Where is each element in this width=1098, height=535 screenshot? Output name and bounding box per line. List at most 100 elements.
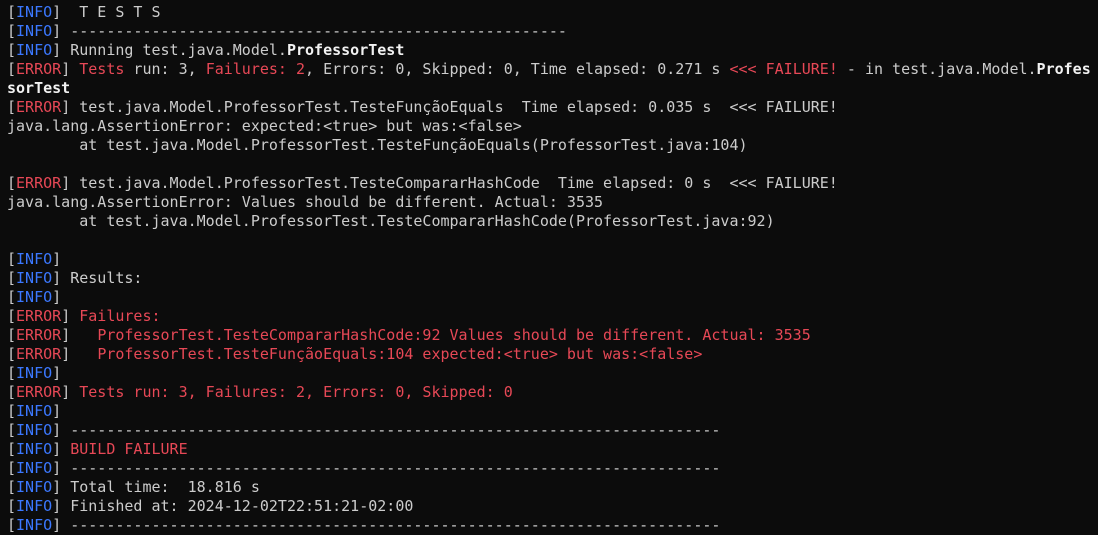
info-tag: INFO <box>16 288 52 306</box>
output-text: [ <box>7 459 16 477</box>
error-text: ERROR <box>16 345 61 363</box>
output-text: - in test.java.Model. <box>838 60 1037 78</box>
output-text: ] test.java.Model.ProfessorTest.TesteCom… <box>61 174 838 192</box>
error-text: ERROR <box>16 174 61 192</box>
output-text: , Errors: 0, Skipped: 0, Time elapsed: 0… <box>305 60 729 78</box>
terminal-line: java.lang.AssertionError: expected:<true… <box>7 117 1098 136</box>
error-text: Failures: <box>79 307 160 325</box>
error-text: ERROR <box>16 383 61 401</box>
output-text: ] T E S T S <box>52 3 160 21</box>
info-tag: INFO <box>16 250 52 268</box>
output-text: java.lang.AssertionError: Values should … <box>7 193 603 211</box>
output-text: [ <box>7 3 16 21</box>
terminal-line: at test.java.Model.ProfessorTest.TesteCo… <box>7 212 1098 231</box>
output-text: ] --------------------------------------… <box>52 22 567 40</box>
output-text: [ <box>7 41 16 59</box>
terminal-line: [INFO] ---------------------------------… <box>7 22 1098 41</box>
terminal-line: [ERROR] test.java.Model.ProfessorTest.Te… <box>7 98 1098 117</box>
terminal-line: [INFO] ---------------------------------… <box>7 421 1098 440</box>
terminal-line: [INFO] BUILD FAILURE <box>7 440 1098 459</box>
output-text: ] <box>52 364 61 382</box>
output-text: ] Running test.java.Model. <box>52 41 287 59</box>
terminal-line: [ERROR] Tests run: 3, Failures: 2, Error… <box>7 60 1098 79</box>
output-text: Profes <box>1037 60 1091 78</box>
output-text: ] <box>52 250 61 268</box>
terminal-line: [ERROR] Failures: <box>7 307 1098 326</box>
output-text: [ <box>7 326 16 344</box>
output-text: ] Results: <box>52 269 142 287</box>
error-text: BUILD FAILURE <box>70 440 187 458</box>
output-text: ] <box>52 402 61 420</box>
info-tag: INFO <box>16 41 52 59</box>
error-text: <<< FAILURE! <box>729 60 837 78</box>
output-text: [ <box>7 478 16 496</box>
info-tag: INFO <box>16 516 52 534</box>
info-tag: INFO <box>16 440 52 458</box>
terminal-line: [INFO] Results: <box>7 269 1098 288</box>
output-text: java.lang.AssertionError: expected:<true… <box>7 117 522 135</box>
error-text: ERROR <box>16 60 61 78</box>
output-text: ] --------------------------------------… <box>52 459 720 477</box>
terminal-line: at test.java.Model.ProfessorTest.TesteFu… <box>7 136 1098 155</box>
output-text: [ <box>7 421 16 439</box>
terminal-line: [INFO] Finished at: 2024-12-02T22:51:21-… <box>7 497 1098 516</box>
output-text: ] Finished at: 2024-12-02T22:51:21-02:00 <box>52 497 413 515</box>
terminal-line <box>7 155 1098 174</box>
output-text: [ <box>7 364 16 382</box>
output-text: at test.java.Model.ProfessorTest.TesteFu… <box>7 136 748 154</box>
output-text: ] <box>61 345 97 363</box>
terminal-line: [INFO] Total time: 18.816 s <box>7 478 1098 497</box>
terminal-line: [ERROR] ProfessorTest.TesteCompararHashC… <box>7 326 1098 345</box>
error-text: Failures: 2 <box>206 60 305 78</box>
output-text: [ <box>7 60 16 78</box>
output-text: [ <box>7 288 16 306</box>
error-text: Tests <box>79 60 124 78</box>
output-text: [ <box>7 497 16 515</box>
terminal-line: [ERROR] test.java.Model.ProfessorTest.Te… <box>7 174 1098 193</box>
output-text: [ <box>7 174 16 192</box>
output-text: ] test.java.Model.ProfessorTest.TesteFun… <box>61 98 838 116</box>
info-tag: INFO <box>16 364 52 382</box>
output-text: ] <box>61 383 79 401</box>
error-text: Tests run: 3, Failures: 2, Errors: 0, Sk… <box>79 383 512 401</box>
output-text: [ <box>7 383 16 401</box>
output-text: [ <box>7 98 16 116</box>
output-text: [ <box>7 307 16 325</box>
output-text: [ <box>7 440 16 458</box>
terminal-line: [INFO] <box>7 402 1098 421</box>
output-text: ] --------------------------------------… <box>52 421 720 439</box>
info-tag: INFO <box>16 497 52 515</box>
info-tag: INFO <box>16 269 52 287</box>
output-text: [ <box>7 402 16 420</box>
output-text: [ <box>7 269 16 287</box>
output-text: ] Total time: 18.816 s <box>52 478 260 496</box>
terminal-line: [INFO] <box>7 250 1098 269</box>
output-text: [ <box>7 516 16 534</box>
output-text: ] <box>61 307 79 325</box>
output-text: [ <box>7 22 16 40</box>
info-tag: INFO <box>16 421 52 439</box>
error-text: ERROR <box>16 98 61 116</box>
info-tag: INFO <box>16 3 52 21</box>
output-text: run: 3, <box>124 60 205 78</box>
terminal-line: [INFO] T E S T S <box>7 3 1098 22</box>
info-tag: INFO <box>16 402 52 420</box>
output-text: [ <box>7 250 16 268</box>
terminal-line: [INFO] ---------------------------------… <box>7 516 1098 535</box>
terminal-line: [INFO] ---------------------------------… <box>7 459 1098 478</box>
terminal-line: [ERROR] Tests run: 3, Failures: 2, Error… <box>7 383 1098 402</box>
error-text: ERROR <box>16 326 61 344</box>
terminal-line: sorTest <box>7 79 1098 98</box>
error-text: ProfessorTest.TesteFunçãoEquals:104 expe… <box>97 345 702 363</box>
output-text: sorTest <box>7 79 70 97</box>
output-text: ] <box>61 326 97 344</box>
terminal-line: [INFO] Running test.java.Model.Professor… <box>7 41 1098 60</box>
output-text: ] --------------------------------------… <box>52 516 720 534</box>
output-text: ] <box>52 288 61 306</box>
output-text: ProfessorTest <box>287 41 404 59</box>
terminal-line: java.lang.AssertionError: Values should … <box>7 193 1098 212</box>
info-tag: INFO <box>16 22 52 40</box>
output-text: ] <box>52 440 70 458</box>
terminal-output[interactable]: [INFO] T E S T S[INFO] -----------------… <box>7 3 1098 528</box>
error-text: ProfessorTest.TesteCompararHashCode:92 V… <box>97 326 810 344</box>
